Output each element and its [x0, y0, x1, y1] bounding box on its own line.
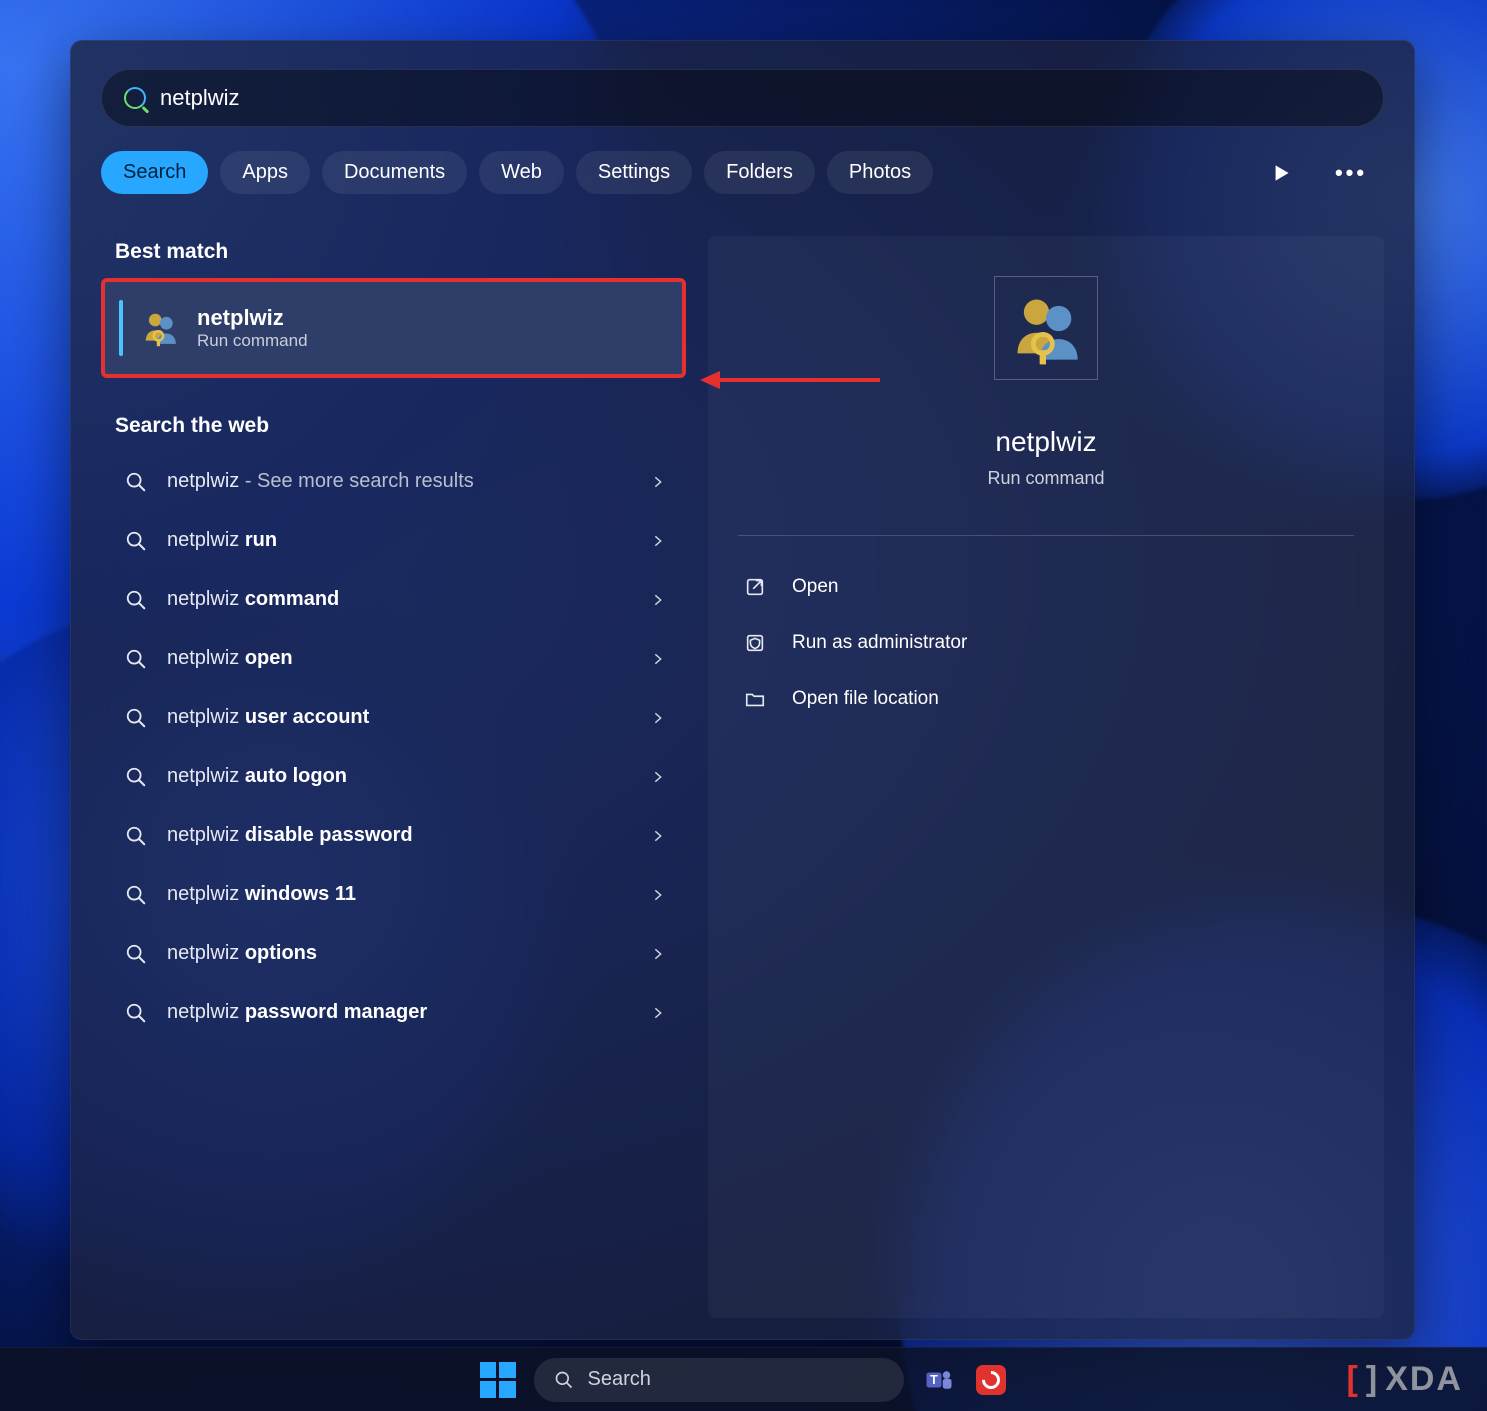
chevron-right-icon [650, 946, 666, 962]
web-suggestion[interactable]: netplwiz windows 11 [101, 865, 686, 924]
taskbar-search[interactable]: Search [534, 1358, 904, 1402]
action-open-location[interactable]: Open file location [738, 674, 1354, 724]
best-match-title: netplwiz [197, 305, 308, 331]
search-icon [125, 1002, 147, 1024]
open-icon [744, 576, 766, 598]
filter-documents[interactable]: Documents [322, 151, 467, 194]
taskbar-search-placeholder: Search [588, 1368, 651, 1391]
suggestion-text: netplwiz options [167, 942, 317, 965]
chevron-right-icon [650, 474, 666, 490]
chevron-right-icon [650, 592, 666, 608]
action-run-admin[interactable]: Run as administrator [738, 618, 1354, 668]
web-suggestion[interactable]: netplwiz command [101, 570, 686, 629]
suggestion-text: netplwiz open [167, 647, 293, 670]
preview-subtitle: Run command [987, 468, 1104, 489]
search-bar[interactable] [101, 69, 1384, 127]
best-match-subtitle: Run command [197, 331, 308, 351]
chevron-right-icon [650, 533, 666, 549]
selection-indicator [119, 300, 123, 356]
web-suggestion[interactable]: netplwiz user account [101, 688, 686, 747]
web-suggestion[interactable]: netplwiz auto logon [101, 747, 686, 806]
search-icon [125, 707, 147, 729]
web-suggestion[interactable]: netplwiz - See more search results [101, 452, 686, 511]
best-match-heading: Best match [115, 240, 686, 264]
chevron-right-icon [650, 1005, 666, 1021]
filter-photos[interactable]: Photos [827, 151, 933, 194]
best-match-result[interactable]: netplwiz Run command [101, 278, 686, 378]
vivaldi-icon[interactable] [974, 1363, 1008, 1397]
search-icon [125, 943, 147, 965]
suggestion-text: netplwiz disable password [167, 824, 413, 847]
users-icon [141, 309, 179, 347]
search-icon [125, 825, 147, 847]
teams-icon[interactable]: T [922, 1363, 956, 1397]
suggestion-text: netplwiz auto logon [167, 765, 347, 788]
web-suggestion[interactable]: netplwiz disable password [101, 806, 686, 865]
search-icon [125, 766, 147, 788]
search-icon [124, 87, 146, 109]
filter-folders[interactable]: Folders [704, 151, 815, 194]
action-label: Run as administrator [792, 632, 967, 654]
web-suggestion-list: netplwiz - See more search results netplw… [101, 452, 686, 1042]
preview-pane: netplwiz Run command Open Run as adminis… [708, 236, 1384, 1318]
search-icon [125, 884, 147, 906]
chevron-right-icon [650, 769, 666, 785]
action-label: Open [792, 576, 838, 598]
search-panel: Search Apps Documents Web Settings Folde… [70, 40, 1415, 1340]
chevron-right-icon [650, 710, 666, 726]
filter-row: Search Apps Documents Web Settings Folde… [101, 151, 1384, 194]
web-suggestion[interactable]: netplwiz run [101, 511, 686, 570]
chevron-right-icon [650, 887, 666, 903]
shield-icon [744, 632, 766, 654]
start-button[interactable] [480, 1362, 516, 1398]
search-input[interactable] [160, 85, 1361, 111]
search-icon [125, 530, 147, 552]
divider [738, 535, 1354, 536]
search-icon [125, 648, 147, 670]
suggestion-text: netplwiz password manager [167, 1001, 427, 1024]
suggestion-text: netplwiz run [167, 529, 277, 552]
more-icon[interactable]: ••• [1338, 160, 1364, 186]
suggestion-text: netplwiz command [167, 588, 339, 611]
chevron-right-icon [650, 828, 666, 844]
results-column: Best match netplwiz Run command [101, 236, 686, 1318]
web-suggestion[interactable]: netplwiz open [101, 629, 686, 688]
suggestion-text: netplwiz user account [167, 706, 369, 729]
suggestion-text: netplwiz - See more search results [167, 470, 474, 493]
chevron-right-icon [650, 651, 666, 667]
preview-icon [994, 276, 1098, 380]
filter-settings[interactable]: Settings [576, 151, 692, 194]
web-suggestion[interactable]: netplwiz password manager [101, 983, 686, 1042]
suggestion-text: netplwiz windows 11 [167, 883, 356, 906]
search-icon [125, 471, 147, 493]
folder-icon [744, 688, 766, 710]
action-label: Open file location [792, 688, 939, 710]
xda-watermark: [] XDA [1347, 1360, 1463, 1399]
play-icon[interactable] [1268, 160, 1294, 186]
svg-text:T: T [930, 1372, 938, 1386]
action-open[interactable]: Open [738, 562, 1354, 612]
taskbar: Search T [0, 1347, 1487, 1411]
preview-title: netplwiz [995, 426, 1096, 458]
search-icon [554, 1370, 574, 1390]
search-web-heading: Search the web [115, 414, 686, 438]
web-suggestion[interactable]: netplwiz options [101, 924, 686, 983]
search-icon [125, 589, 147, 611]
filter-search[interactable]: Search [101, 151, 208, 194]
filter-apps[interactable]: Apps [220, 151, 310, 194]
filter-web[interactable]: Web [479, 151, 564, 194]
